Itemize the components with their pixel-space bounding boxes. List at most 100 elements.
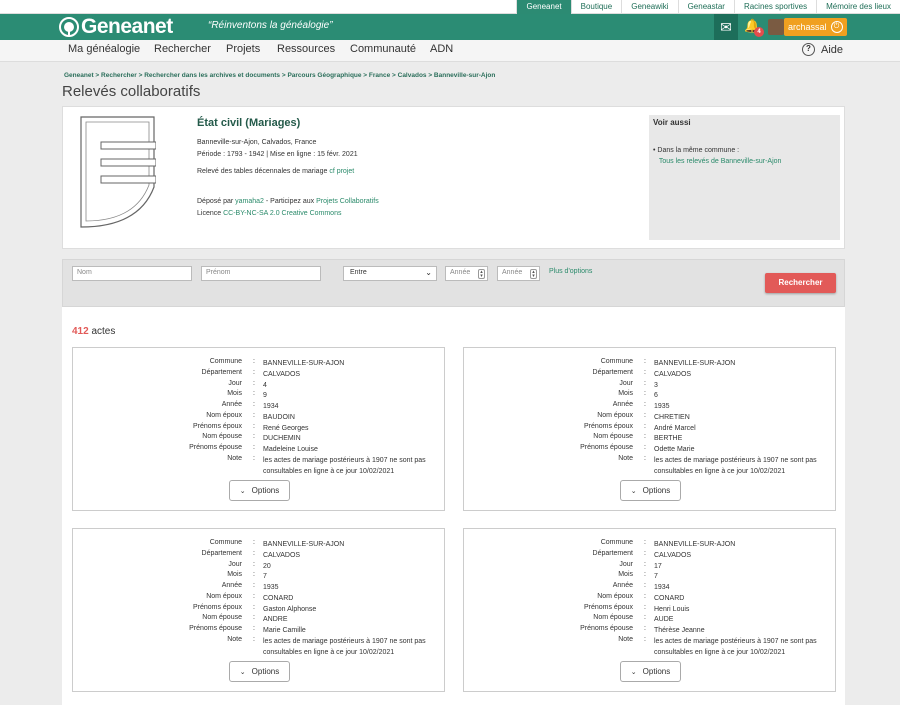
nav-rechercher[interactable]: Rechercher	[154, 43, 211, 55]
field-value: ANDRE	[263, 616, 288, 623]
options-button[interactable]: ⌄ Options	[620, 480, 681, 501]
top-tab[interactable]: Geneawiki	[621, 0, 677, 14]
field-separator: :	[644, 636, 646, 643]
field-value: DUCHEMIN	[263, 435, 301, 442]
field-separator: :	[253, 433, 255, 440]
user-menu-button[interactable]: archassal ⏻	[784, 18, 847, 36]
field-label: Nom époux	[206, 593, 242, 600]
field-separator: :	[253, 401, 255, 408]
record-period: Période : 1793 - 1942 | Mise en ligne : …	[197, 151, 358, 158]
field-value: Marie Camille	[263, 627, 306, 634]
spinner-icon[interactable]: ▴ ▾	[530, 269, 537, 279]
field-row: Année: 1935	[73, 582, 446, 593]
field-row: Note: les actes de mariage postérieurs à …	[73, 455, 446, 475]
options-button[interactable]: ⌄ Options	[229, 661, 290, 682]
field-value: BERTHE	[654, 435, 683, 442]
field-separator: :	[253, 455, 255, 462]
more-options-link[interactable]: Plus d'options	[549, 268, 592, 275]
field-separator: :	[644, 380, 646, 387]
field-value: les actes de mariage postérieurs à 1907 …	[263, 457, 426, 475]
field-separator: :	[253, 614, 255, 621]
spinner-icon[interactable]: ▴ ▾	[478, 269, 485, 279]
nav-projets[interactable]: Projets	[226, 43, 260, 55]
field-value: les actes de mariage postérieurs à 1907 …	[654, 638, 817, 656]
field-separator: :	[644, 550, 646, 557]
result-card: Commune: BANNEVILLE-SUR-AJON Département: C…	[72, 528, 445, 692]
field-value: BANNEVILLE-SUR-AJON	[654, 541, 736, 548]
field-label: Jour	[228, 380, 242, 387]
field-row: Note: les actes de mariage postérieurs à …	[73, 636, 446, 656]
annee-to-input[interactable]: Année ▴ ▾	[497, 266, 540, 281]
field-row: Département: CALVADOS	[73, 369, 446, 380]
field-separator: :	[644, 561, 646, 568]
top-tab[interactable]: Geneastar	[677, 0, 734, 14]
field-row: Département: CALVADOS	[464, 550, 837, 561]
annee-from-input[interactable]: Année ▴ ▾	[445, 266, 488, 281]
voir-aussi-panel: Voir aussi • Dans la même commune : Tous…	[649, 115, 840, 240]
field-value: AUDE	[654, 616, 674, 623]
field-label: Prénoms époux	[583, 423, 633, 430]
field-separator: :	[253, 444, 255, 451]
prenom-input[interactable]: Prénom	[201, 266, 321, 281]
field-separator: :	[253, 358, 255, 365]
nav-communaute[interactable]: Communauté	[350, 43, 416, 55]
field-label: Département	[592, 550, 633, 557]
field-separator: :	[644, 582, 646, 589]
options-button[interactable]: ⌄ Options	[620, 661, 681, 682]
range-select[interactable]: Entre ⌄	[343, 266, 437, 281]
field-separator: :	[644, 625, 646, 632]
result-card: Commune: BANNEVILLE-SUR-AJON Département: C…	[463, 528, 836, 692]
top-tabs-bar: Geneanet Boutique Geneawiki Geneastar Racine…	[0, 0, 900, 14]
nav-adn[interactable]: ADN	[430, 43, 453, 55]
avatar[interactable]	[768, 19, 784, 35]
cf-projet-link[interactable]: cf projet	[329, 168, 354, 175]
notification-badge: 4	[754, 27, 764, 37]
top-tab[interactable]: Boutique	[570, 0, 622, 14]
field-separator: :	[253, 369, 255, 376]
field-row: Mois: 7	[464, 571, 837, 582]
logo[interactable]: Geneanet	[59, 15, 173, 38]
field-value: 1934	[263, 403, 279, 410]
field-row: Prénoms épouse: Thérèse Jeanne	[464, 625, 837, 636]
record-description: Relevé des tables décennales de mariage …	[197, 168, 355, 175]
record-location: Banneville-sur-Ajon, Calvados, France	[197, 139, 317, 146]
top-tab[interactable]: Mémoire des lieux	[816, 0, 900, 14]
field-value: 1935	[263, 584, 279, 591]
field-label: Note	[618, 636, 633, 643]
field-row: Nom épouse: ANDRE	[73, 614, 446, 625]
results-count: 412 actes	[72, 326, 116, 337]
top-tab[interactable]: Geneanet	[516, 0, 571, 14]
help-link[interactable]: ? Aide	[802, 43, 843, 56]
top-tab[interactable]: Racines sportives	[733, 0, 816, 14]
mail-icon[interactable]: ✉	[714, 14, 738, 40]
field-value: CALVADOS	[263, 552, 301, 559]
field-value: les actes de mariage postérieurs à 1907 …	[654, 457, 817, 475]
nav-ma-genealogie[interactable]: Ma généalogie	[68, 43, 140, 55]
field-separator: :	[644, 412, 646, 419]
nav-ressources[interactable]: Ressources	[277, 43, 335, 55]
field-row: Nom époux: CONARD	[73, 593, 446, 604]
field-value: 9	[263, 392, 267, 399]
field-value: CALVADOS	[654, 552, 692, 559]
field-label: Nom épouse	[202, 614, 242, 621]
field-label: Prénoms époux	[192, 423, 242, 430]
field-separator: :	[644, 444, 646, 451]
field-separator: :	[253, 380, 255, 387]
licence-link[interactable]: CC-BY-NC-SA 2.0 Creative Commons	[223, 210, 341, 217]
field-label: Commune	[209, 358, 242, 365]
field-label: Prénoms époux	[192, 604, 242, 611]
nom-input[interactable]: Nom	[72, 266, 192, 281]
field-row: Année: 1934	[73, 401, 446, 412]
field-row: Note: les actes de mariage postérieurs à …	[464, 636, 837, 656]
same-commune-link[interactable]: Tous les relevés de Banneville-sur-Ajon	[659, 158, 782, 165]
field-label: Note	[618, 455, 633, 462]
field-label: Prénoms épouse	[189, 444, 242, 451]
options-label: Options	[642, 486, 671, 495]
search-button[interactable]: Rechercher	[765, 273, 836, 293]
depositor-link[interactable]: yamaha2	[235, 198, 264, 205]
field-row: Nom épouse: AUDE	[464, 614, 837, 625]
options-button[interactable]: ⌄ Options	[229, 480, 290, 501]
breadcrumb[interactable]: Geneanet > Rechercher > Rechercher dans …	[64, 72, 495, 79]
projets-collaboratifs-link[interactable]: Projets Collaboratifs	[316, 198, 379, 205]
field-label: Mois	[618, 571, 633, 578]
